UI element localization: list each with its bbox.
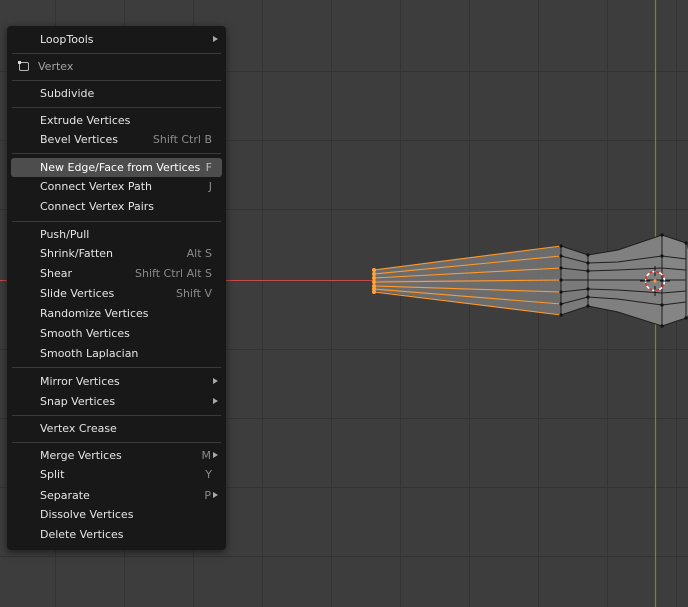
menu-item-label: Separate [40,489,90,502]
menu-item-label: Vertex Crease [40,422,117,435]
menu-item-shortcut: Shift Ctrl B [152,133,212,146]
menu-item-slide-vertices[interactable]: Slide Vertices Shift V [11,284,222,303]
menu-separator [12,442,221,443]
menu-item-label: Subdivide [40,87,95,100]
menu-separator [12,80,221,81]
menu-item-shrink-fatten[interactable]: Shrink/Fatten Alt S [11,244,222,263]
submenu-arrow-icon [213,36,218,42]
menu-item-new-edge-face[interactable]: New Edge/Face from Vertices F [11,158,222,177]
menu-item-shortcut: Shift Ctrl Alt S [135,267,212,280]
menu-item-label: Snap Vertices [40,395,116,408]
menu-item-shortcut: Y [205,468,212,481]
menu-item-push-pull[interactable]: Push/Pull [11,225,222,244]
menu-separator [12,221,221,222]
menu-item-separate[interactable]: Separate P [11,486,222,505]
menu-header-label: Vertex [38,60,74,73]
menu-separator [12,415,221,416]
menu-item-label: Dissolve Vertices [40,508,134,521]
menu-item-label: Split [40,468,65,481]
submenu-arrow-icon [213,492,218,498]
menu-item-label: New Edge/Face from Vertices [40,161,201,174]
menu-item-label: Extrude Vertices [40,114,131,127]
menu-item-label: Bevel Vertices [40,133,119,146]
menu-item-shortcut: Shift V [175,287,212,300]
menu-item-shortcut: P [204,489,211,502]
menu-item-label: Delete Vertices [40,528,124,541]
menu-item-extrude-vertices[interactable]: Extrude Vertices [11,111,222,130]
menu-item-dissolve-vertices[interactable]: Dissolve Vertices [11,505,222,524]
menu-item-looptools[interactable]: LoopTools [11,30,222,49]
menu-item-delete-vertices[interactable]: Delete Vertices [11,525,222,544]
menu-item-label: Smooth Vertices [40,327,130,340]
menu-item-label: LoopTools [40,33,94,46]
menu-item-label: Shrink/Fatten [40,247,114,260]
menu-item-snap-vertices[interactable]: Snap Vertices [11,392,222,411]
menu-item-randomize-vertices[interactable]: Randomize Vertices [11,304,222,323]
menu-item-label: Connect Vertex Pairs [40,200,155,213]
menu-item-smooth-laplacian[interactable]: Smooth Laplacian [11,344,222,363]
menu-item-label: Smooth Laplacian [40,347,139,360]
menu-item-connect-vertex-pairs[interactable]: Connect Vertex Pairs [11,197,222,216]
menu-item-label: Connect Vertex Path [40,180,152,193]
menu-item-label: Merge Vertices [40,449,122,462]
menu-item-vertex-crease[interactable]: Vertex Crease [11,419,222,438]
menu-item-shortcut: M [201,449,212,462]
menu-item-label: Push/Pull [40,228,90,241]
menu-item-shortcut: Alt S [186,247,212,260]
submenu-arrow-icon [213,452,218,458]
submenu-arrow-icon [213,378,218,384]
menu-separator [12,53,221,54]
vertex-context-menu: LoopTools Vertex Subdivide Extrude Verti… [7,26,226,550]
vertex-mode-icon [18,61,29,71]
menu-separator [12,107,221,108]
menu-item-label: Shear [40,267,72,280]
menu-item-label: Randomize Vertices [40,307,149,320]
menu-item-subdivide[interactable]: Subdivide [11,84,222,103]
menu-item-mirror-vertices[interactable]: Mirror Vertices [11,372,222,391]
menu-item-split[interactable]: Split Y [11,465,222,484]
menu-item-label: Slide Vertices [40,287,115,300]
menu-item-label: Mirror Vertices [40,375,120,388]
submenu-arrow-icon [213,398,218,404]
menu-separator [12,153,221,154]
menu-item-connect-vertex-path[interactable]: Connect Vertex Path J [11,177,222,196]
menu-item-smooth-vertices[interactable]: Smooth Vertices [11,324,222,343]
menu-separator [12,367,221,368]
menu-item-shear[interactable]: Shear Shift Ctrl Alt S [11,264,222,283]
menu-item-merge-vertices[interactable]: Merge Vertices M [11,446,222,465]
menu-item-shortcut: J [208,180,212,193]
menu-item-bevel-vertices[interactable]: Bevel Vertices Shift Ctrl B [11,130,222,149]
menu-header-vertex: Vertex [11,57,222,76]
menu-item-shortcut: F [205,161,212,174]
